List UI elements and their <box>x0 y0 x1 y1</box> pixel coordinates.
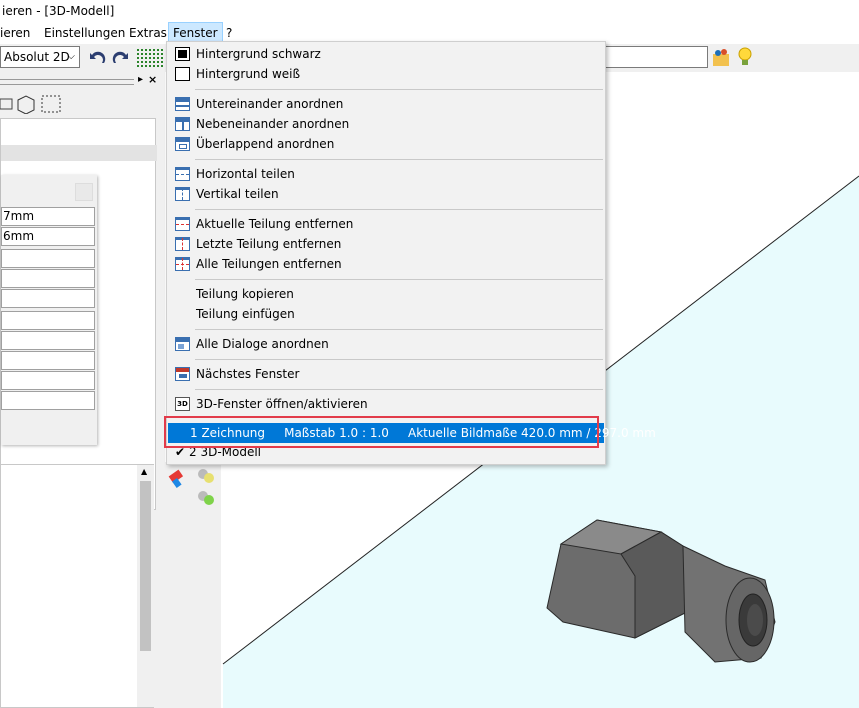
split-vertical-icon <box>175 187 190 201</box>
dimension-field-7[interactable] <box>1 331 95 350</box>
menu-separator <box>195 389 603 390</box>
dimension-field-5[interactable] <box>1 289 95 308</box>
vertical-scrollbar[interactable]: ▲ <box>137 465 154 707</box>
menu-separator <box>195 209 603 210</box>
dimension-dialog: 7mm 6mm <box>1 175 97 445</box>
menu-ieren[interactable]: ieren <box>0 22 34 44</box>
grid-icon[interactable] <box>136 48 164 68</box>
properties-area: 7mm 6mm <box>0 118 157 510</box>
pin-icon[interactable]: ▸ <box>138 74 143 85</box>
menu-item-horizontal-teilen[interactable]: Horizontal teilen <box>167 164 605 184</box>
menu-item-naechstes-fenster[interactable]: Nächstes Fenster <box>167 364 605 384</box>
cascade-icon <box>175 137 190 151</box>
grip <box>0 79 134 85</box>
scroll-thumb[interactable] <box>140 481 151 651</box>
menu-einstellungen[interactable]: Einstellungen <box>40 22 129 44</box>
menu-item-untereinander[interactable]: Untereinander anordnen <box>167 94 605 114</box>
menu-extras[interactable]: Extras <box>125 22 171 44</box>
menu-item-alle-dialoge-anordnen[interactable]: Alle Dialoge anordnen <box>167 334 605 354</box>
menu-item-letzte-teilung-entfernen[interactable]: Letzte Teilung entfernen <box>167 234 605 254</box>
dialog-close-button[interactable] <box>75 183 93 201</box>
dimension-field-1[interactable]: 7mm <box>1 207 95 226</box>
menu-separator <box>195 329 603 330</box>
menu-item-hintergrund-schwarz[interactable]: Hintergrund schwarz <box>167 44 605 64</box>
properties-header <box>1 145 157 161</box>
coordinate-mode-combo[interactable]: Absolut 2D ⌵ <box>0 46 80 68</box>
dimension-field-6[interactable] <box>1 311 95 330</box>
3d-window-icon: 3D <box>175 397 190 411</box>
window-title: ieren - [3D-Modell] <box>2 4 115 18</box>
undo-icon[interactable] <box>86 47 108 69</box>
dimension-field-4[interactable] <box>1 269 95 288</box>
command-input[interactable] <box>600 46 708 68</box>
menu-separator <box>195 359 603 360</box>
arrange-dialogs-icon <box>175 337 190 351</box>
remove-last-split-icon <box>175 237 190 251</box>
menu-item-teilung-kopieren[interactable]: Teilung kopieren <box>167 284 605 304</box>
next-window-icon <box>175 367 190 381</box>
menu-item-teilung-einfuegen[interactable]: Teilung einfügen <box>167 304 605 324</box>
viewport-left-toolbar <box>165 462 189 708</box>
menu-separator <box>195 159 603 160</box>
scroll-up-icon[interactable]: ▲ <box>141 467 147 476</box>
tile-horizontal-icon <box>175 97 190 111</box>
dimension-field-2[interactable]: 6mm <box>1 227 95 246</box>
split-horizontal-icon <box>175 167 190 181</box>
tree-panel: ▲ <box>0 464 154 708</box>
dimension-field-3[interactable] <box>1 249 95 268</box>
spheres-icon[interactable] <box>195 464 217 484</box>
close-icon[interactable]: × <box>148 73 157 86</box>
left-panel: ▸ × 7mm 6mm ▲ <box>0 72 158 708</box>
black-square-icon <box>175 47 190 61</box>
white-square-icon <box>175 67 190 81</box>
eraser-icon[interactable] <box>167 468 187 488</box>
menu-separator <box>195 89 603 90</box>
chevron-down-icon: ⌵ <box>67 51 75 62</box>
redo-icon[interactable] <box>110 47 132 69</box>
menu-item-3d-fenster[interactable]: 3D 3D-Fenster öffnen/aktivieren <box>167 394 605 414</box>
annotation-highlight-box <box>164 416 599 448</box>
green-spheres-icon[interactable] <box>195 488 217 508</box>
menu-item-hintergrund-weiss[interactable]: Hintergrund weiß <box>167 64 605 84</box>
menu-separator <box>195 279 603 280</box>
lightbulb-icon[interactable] <box>734 46 756 68</box>
dimension-field-10[interactable] <box>1 391 95 410</box>
dimension-field-9[interactable] <box>1 371 95 390</box>
tile-vertical-icon <box>175 117 190 131</box>
title-bar: ieren - [3D-Modell] <box>0 0 859 22</box>
fenster-dropdown-menu: Hintergrund schwarz Hintergrund weiß Unt… <box>166 41 656 465</box>
panel-titlebar: ▸ × <box>0 73 158 90</box>
menu-item-aktuelle-teilung-entfernen[interactable]: Aktuelle Teilung entfernen <box>167 214 605 234</box>
panel-icons-row <box>0 95 61 114</box>
remove-all-splits-icon <box>175 257 190 271</box>
help-people-icon[interactable] <box>711 46 733 68</box>
menu-item-alle-teilungen-entfernen[interactable]: Alle Teilungen entfernen <box>167 254 605 274</box>
menu-item-ueberlappend[interactable]: Überlappend anordnen <box>167 134 605 154</box>
remove-split-icon <box>175 217 190 231</box>
viewport-side-toolbar <box>189 462 221 708</box>
menu-item-vertikal-teilen[interactable]: Vertikal teilen <box>167 184 605 204</box>
dimension-field-8[interactable] <box>1 351 95 370</box>
menu-item-nebeneinander[interactable]: Nebeneinander anordnen <box>167 114 605 134</box>
